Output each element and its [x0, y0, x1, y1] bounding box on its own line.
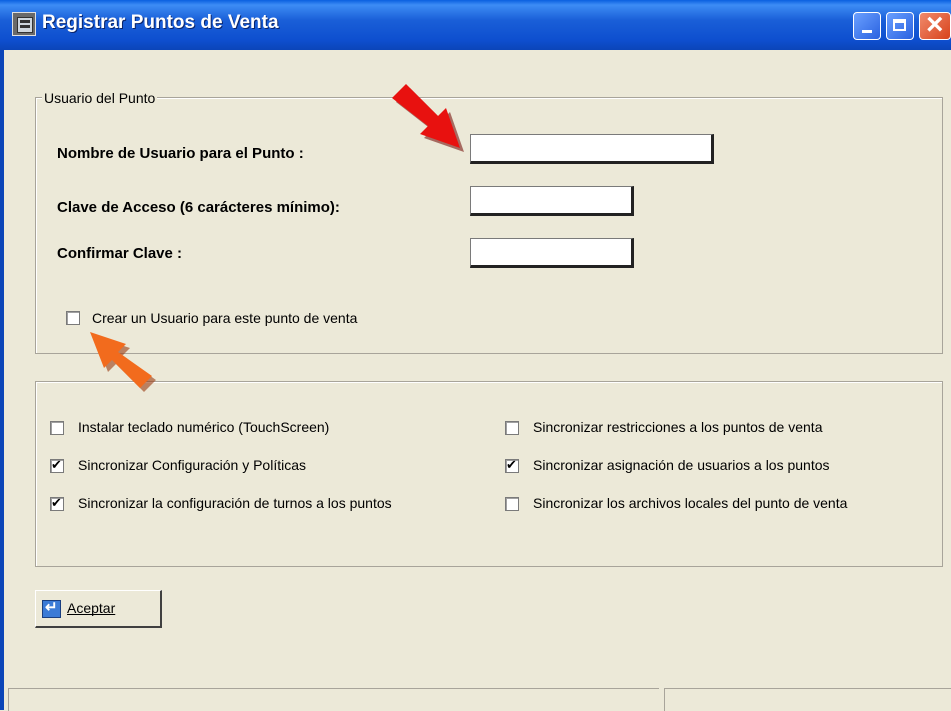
- sync-config-policies-checkbox[interactable]: [50, 457, 64, 473]
- app-icon[interactable]: [12, 12, 36, 36]
- username-label: Nombre de Usuario para el Punto :: [57, 145, 304, 162]
- title-bar: Registrar Puntos de Venta: [0, 0, 951, 50]
- confirm-password-label: Confirmar Clave :: [57, 245, 183, 262]
- status-pane-secondary: [664, 688, 951, 711]
- password-label: Clave de Acceso (6 carácteres mínimo):: [57, 199, 340, 216]
- password-input[interactable]: [470, 186, 634, 216]
- enter-icon: [42, 598, 61, 618]
- red-arrow-icon: [392, 84, 464, 152]
- status-pane-main: [8, 688, 659, 711]
- sync-user-assignment-checkbox[interactable]: [505, 457, 519, 473]
- accept-button-label: Aceptar: [67, 600, 116, 616]
- sync-local-files-checkbox[interactable]: [505, 497, 519, 511]
- window-border: [0, 50, 4, 710]
- sync-restrictions-checkbox[interactable]: [505, 421, 519, 435]
- accept-button[interactable]: Aceptar: [35, 590, 162, 628]
- orange-arrow-icon: [90, 332, 156, 392]
- sync-restrictions-label: Sincronizar restricciones a los puntos d…: [533, 419, 823, 435]
- install-numeric-keypad-checkbox[interactable]: [50, 421, 64, 435]
- sync-shifts-checkbox[interactable]: [50, 495, 64, 511]
- maximize-button[interactable]: [886, 12, 914, 40]
- install-numeric-keypad-label: Instalar teclado numérico (TouchScreen): [78, 419, 330, 435]
- sync-local-files-label: Sincronizar los archivos locales del pun…: [533, 495, 848, 511]
- create-user-checkbox[interactable]: [66, 311, 80, 325]
- window-title: Registrar Puntos de Venta: [42, 12, 279, 33]
- minimize-button[interactable]: [853, 12, 881, 40]
- sync-config-policies-label: Sincronizar Configuración y Políticas: [78, 457, 306, 473]
- close-button[interactable]: [919, 9, 951, 41]
- user-group-legend: Usuario del Punto: [42, 90, 158, 106]
- username-input[interactable]: [470, 134, 714, 164]
- sync-shifts-label: Sincronizar la configuración de turnos a…: [78, 495, 392, 511]
- confirm-password-input[interactable]: [470, 238, 634, 268]
- sync-options-group-box: [35, 381, 943, 567]
- sync-user-assignment-label: Sincronizar asignación de usuarios a los…: [533, 457, 830, 473]
